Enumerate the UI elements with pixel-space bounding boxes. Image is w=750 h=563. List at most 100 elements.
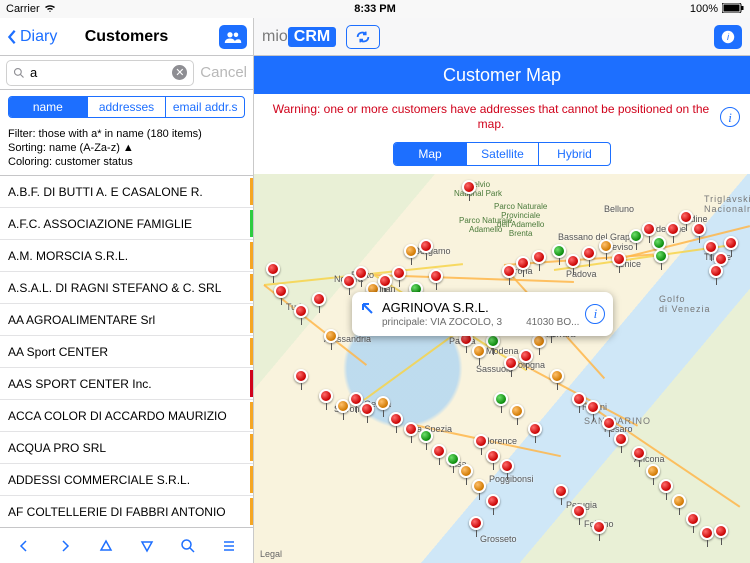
map-tab-Satellite[interactable]: Satellite xyxy=(466,143,538,165)
map-tab-Map[interactable]: Map xyxy=(394,143,466,165)
list-item[interactable]: A.M. MORSCIA S.R.L. xyxy=(0,240,253,272)
map-pin[interactable] xyxy=(700,526,714,540)
list-item[interactable]: AA Sport CENTER xyxy=(0,336,253,368)
list-item[interactable]: ADDESSI COMMERCIALE S.R.L. xyxy=(0,464,253,496)
map-pin[interactable] xyxy=(666,222,680,236)
list-item[interactable]: ACQUA PRO SRL xyxy=(0,432,253,464)
map-pin[interactable] xyxy=(629,229,643,243)
map-pin[interactable] xyxy=(500,459,514,473)
map-pin[interactable] xyxy=(404,422,418,436)
map-pin[interactable] xyxy=(659,479,673,493)
map-pin[interactable] xyxy=(274,284,288,298)
sort-desc-button[interactable] xyxy=(131,532,163,560)
map-pin[interactable] xyxy=(519,349,533,363)
map-pin[interactable] xyxy=(266,262,280,276)
map-pin[interactable] xyxy=(324,329,338,343)
map-pin[interactable] xyxy=(572,504,586,518)
map-pin[interactable] xyxy=(550,369,564,383)
map-pin[interactable] xyxy=(459,464,473,478)
map[interactable]: MilanTurinGenoaVeronaPadovaVeniceTrieste… xyxy=(254,174,750,563)
map-pin[interactable] xyxy=(446,452,460,466)
map-pin[interactable] xyxy=(586,400,600,414)
scope-tab-email-addr-s[interactable]: email addr.s xyxy=(165,97,244,117)
contacts-icon-button[interactable] xyxy=(219,25,247,49)
map-type-segmented[interactable]: MapSatelliteHybrid xyxy=(393,142,611,166)
map-pin[interactable] xyxy=(469,516,483,530)
customer-list[interactable]: A.B.F. DI BUTTI A. E CASALONE R.A.F.C. A… xyxy=(0,176,253,527)
map-pin[interactable] xyxy=(486,449,500,463)
map-pin[interactable] xyxy=(592,520,606,534)
sort-asc-button[interactable] xyxy=(90,532,122,560)
map-pin[interactable] xyxy=(472,344,486,358)
list-item[interactable]: A.F.C. ASSOCIAZIONE FAMIGLIE xyxy=(0,208,253,240)
search-scope-segmented[interactable]: nameaddressesemail addr.s xyxy=(8,96,245,118)
list-item[interactable]: AF COLTELLERIE DI FABBRI ANTONIO xyxy=(0,496,253,527)
map-pin[interactable] xyxy=(672,494,686,508)
list-item[interactable]: A.S.A.L. DI RAGNI STEFANO & C. SRL xyxy=(0,272,253,304)
cancel-button[interactable]: Cancel xyxy=(200,64,247,81)
map-pin[interactable] xyxy=(404,244,418,258)
map-pin[interactable] xyxy=(709,264,723,278)
map-pin[interactable] xyxy=(474,434,488,448)
map-pin[interactable] xyxy=(462,180,476,194)
map-pin[interactable] xyxy=(646,464,660,478)
map-pin[interactable] xyxy=(472,479,486,493)
map-pin[interactable] xyxy=(319,389,333,403)
list-item[interactable]: A.B.F. DI BUTTI A. E CASALONE R. xyxy=(0,176,253,208)
map-tab-Hybrid[interactable]: Hybrid xyxy=(538,143,610,165)
help-icon-button[interactable]: i xyxy=(714,25,742,49)
map-pin[interactable] xyxy=(532,250,546,264)
map-pin[interactable] xyxy=(532,334,546,348)
map-pin[interactable] xyxy=(654,249,668,263)
map-pin[interactable] xyxy=(336,399,350,413)
map-pin[interactable] xyxy=(528,422,542,436)
clear-search-icon[interactable]: ✕ xyxy=(172,65,187,80)
map-pin[interactable] xyxy=(632,446,646,460)
map-pin[interactable] xyxy=(642,222,656,236)
map-pin[interactable] xyxy=(679,210,693,224)
map-pin[interactable] xyxy=(312,292,326,306)
map-pin[interactable] xyxy=(602,416,616,430)
refresh-button[interactable] xyxy=(346,25,380,49)
map-pin[interactable] xyxy=(486,494,500,508)
back-button[interactable]: Diary xyxy=(6,28,57,46)
map-pin[interactable] xyxy=(582,246,596,260)
map-pin[interactable] xyxy=(516,256,530,270)
map-pin[interactable] xyxy=(704,240,718,254)
map-pin[interactable] xyxy=(554,484,568,498)
map-pin[interactable] xyxy=(692,222,706,236)
map-pin[interactable] xyxy=(378,274,392,288)
list-item[interactable]: AA AGROALIMENTARE Srl xyxy=(0,304,253,336)
next-page-button[interactable] xyxy=(49,532,81,560)
map-pin[interactable] xyxy=(572,392,586,406)
map-pin[interactable] xyxy=(419,239,433,253)
list-item[interactable]: AAS SPORT CENTER Inc. xyxy=(0,368,253,400)
menu-button[interactable] xyxy=(213,532,245,560)
warning-info-button[interactable]: i xyxy=(720,107,740,127)
map-pin[interactable] xyxy=(392,266,406,280)
map-pin[interactable] xyxy=(686,512,700,526)
map-callout[interactable]: AGRINOVA S.R.L. principale: VIA ZOCOLO, … xyxy=(352,292,613,336)
map-pin[interactable] xyxy=(652,236,666,250)
scope-tab-addresses[interactable]: addresses xyxy=(87,97,166,117)
map-pin[interactable] xyxy=(294,304,308,318)
scope-tab-name[interactable]: name xyxy=(9,97,87,117)
list-item[interactable]: ACCA COLOR DI ACCARDO MAURIZIO xyxy=(0,400,253,432)
map-pin[interactable] xyxy=(599,239,613,253)
map-pin[interactable] xyxy=(376,396,390,410)
map-pin[interactable] xyxy=(612,252,626,266)
map-pin[interactable] xyxy=(510,404,524,418)
map-pin[interactable] xyxy=(714,524,728,538)
map-pin[interactable] xyxy=(419,429,433,443)
callout-info-button[interactable]: i xyxy=(585,304,605,324)
map-legal-label[interactable]: Legal xyxy=(260,549,282,559)
map-pin[interactable] xyxy=(724,236,738,250)
map-pin[interactable] xyxy=(494,392,508,406)
map-pin[interactable] xyxy=(429,269,443,283)
search-input[interactable]: a ✕ xyxy=(6,60,194,86)
map-pin[interactable] xyxy=(432,444,446,458)
prev-page-button[interactable] xyxy=(8,532,40,560)
map-pin[interactable] xyxy=(552,244,566,258)
map-pin[interactable] xyxy=(354,266,368,280)
map-pin[interactable] xyxy=(360,402,374,416)
